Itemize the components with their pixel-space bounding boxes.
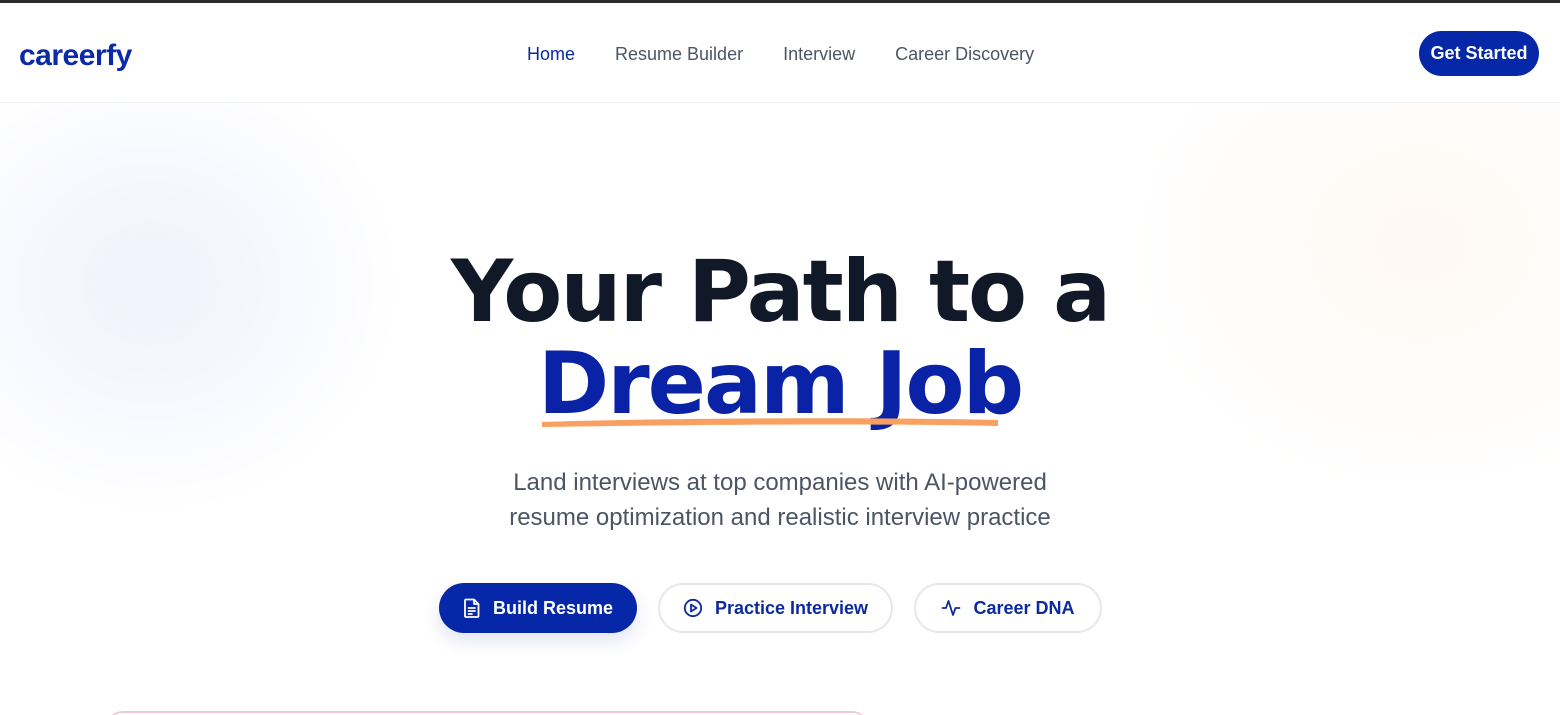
main-nav: Home Resume Builder Interview Career Dis… bbox=[527, 41, 1034, 67]
feature-card-top-edge bbox=[105, 711, 870, 715]
career-dna-label: Career DNA bbox=[973, 597, 1075, 618]
play-circle-icon bbox=[683, 598, 703, 618]
hero-cta-row: Build Resume Practice Interview Career D… bbox=[439, 583, 1102, 633]
hero-subtitle-line1: Land interviews at top companies with AI… bbox=[513, 469, 1047, 496]
nav-link-home[interactable]: Home bbox=[527, 41, 575, 67]
activity-icon bbox=[942, 600, 961, 616]
nav-link-resume-builder[interactable]: Resume Builder bbox=[615, 41, 743, 67]
practice-interview-label: Practice Interview bbox=[714, 597, 869, 618]
build-resume-label: Build Resume bbox=[492, 597, 614, 618]
hero-headline-line1: Your Path to a bbox=[450, 242, 1111, 342]
hero-subtitle-line2: resume optimization and realistic interv… bbox=[509, 504, 1051, 531]
nav-link-career-discovery[interactable]: Career Discovery bbox=[895, 41, 1034, 67]
build-resume-button[interactable]: Build Resume bbox=[439, 583, 637, 633]
nav-link-interview[interactable]: Interview bbox=[783, 41, 855, 67]
get-started-button[interactable]: Get Started bbox=[1419, 31, 1539, 76]
headline-underline-accent bbox=[542, 418, 998, 427]
top-navbar: careerfy Home Resume Builder Interview C… bbox=[0, 3, 1560, 103]
file-text-icon bbox=[464, 598, 480, 618]
practice-interview-button[interactable]: Practice Interview bbox=[658, 583, 893, 633]
careerfy-logo[interactable]: careerfy bbox=[19, 38, 132, 74]
hero-subtitle: Land interviews at top companies with AI… bbox=[0, 465, 1560, 535]
hero-section: Your Path to a Dream Job Land interviews… bbox=[0, 104, 1560, 715]
career-dna-button[interactable]: Career DNA bbox=[914, 583, 1102, 633]
